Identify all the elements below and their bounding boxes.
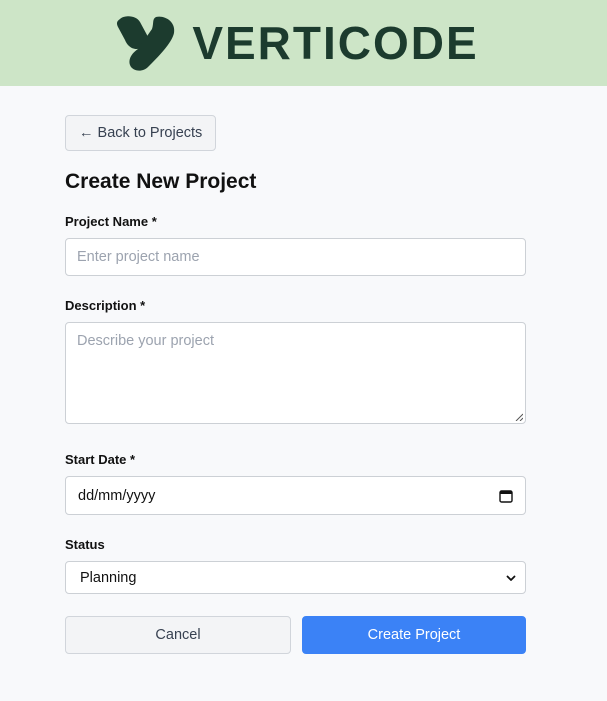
main-content: ← Back to Projects Create New Project Pr… — [0, 86, 526, 654]
start-date-group: Start Date * dd/mm/yyyy — [65, 452, 526, 515]
project-name-label: Project Name * — [65, 214, 157, 229]
verticode-logo-icon — [117, 16, 175, 71]
cancel-button[interactable]: Cancel — [65, 616, 291, 654]
status-select[interactable]: Planning — [65, 561, 526, 594]
project-name-group: Project Name * Enter project name — [65, 214, 526, 276]
chevron-down-icon — [506, 575, 516, 581]
status-group: Status Planning — [65, 537, 526, 594]
description-placeholder: Describe your project — [77, 333, 214, 349]
brand[interactable]: VERTICODE — [114, 13, 478, 73]
project-name-input[interactable]: Enter project name — [65, 238, 526, 276]
description-label: Description * — [65, 298, 146, 313]
back-to-projects-button[interactable]: ← Back to Projects — [65, 115, 217, 151]
status-selected-value: Planning — [80, 569, 137, 586]
start-date-input[interactable]: dd/mm/yyyy — [65, 476, 526, 515]
start-date-label: Start Date * — [65, 452, 136, 467]
description-group: Description * Describe your project — [65, 298, 526, 424]
status-label: Status — [65, 537, 105, 552]
calendar-icon[interactable] — [499, 489, 513, 503]
start-date-value: dd/mm/yyyy — [78, 487, 156, 504]
brand-name: VERTICODE — [192, 17, 479, 69]
page-title: Create New Project — [65, 170, 257, 193]
site-header: VERTICODE — [0, 0, 607, 86]
description-textarea[interactable]: Describe your project — [65, 322, 526, 424]
resize-handle-icon[interactable] — [515, 413, 523, 421]
create-project-button[interactable]: Create Project — [302, 616, 526, 654]
form-actions: Cancel Create Project — [65, 616, 526, 654]
